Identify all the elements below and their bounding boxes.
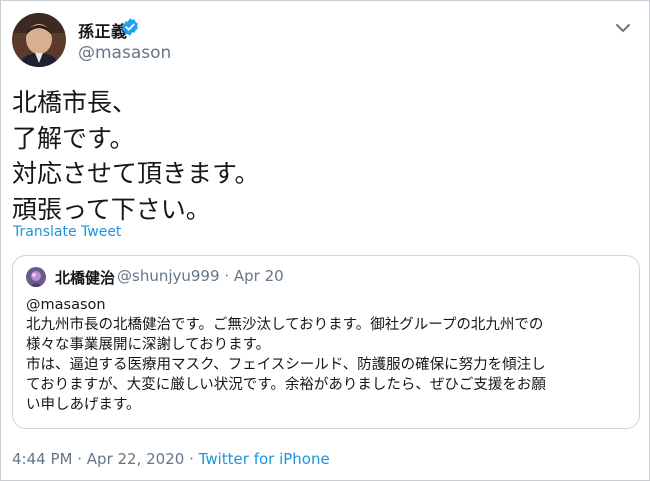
quoted-line: 北九州市長の北橋健治です。ご無沙汰しております。御社グループの北九州での: [26, 317, 544, 333]
tweet-source-link[interactable]: Twitter for iPhone: [199, 450, 330, 468]
tweet-header: 孫正義 @masason: [12, 13, 640, 73]
tweet-text: 北橋市長、 了解です。 対応させて頂きます。 頑張って下さい。: [12, 85, 632, 227]
author-avatar[interactable]: [12, 13, 66, 67]
tweet-line: 了解です。: [12, 123, 135, 153]
tweet-footer: 4:44 PM · Apr 22, 2020 · Twitter for iPh…: [12, 450, 330, 468]
quoted-line: @masason: [26, 297, 106, 313]
chevron-down-icon[interactable]: [614, 19, 632, 33]
tweet-date[interactable]: Apr 22, 2020: [87, 450, 185, 468]
footer-separator: ·: [189, 450, 194, 468]
footer-separator: ·: [77, 450, 83, 468]
quoted-meta: @shunjyu999 · Apr 20: [117, 267, 284, 285]
quoted-line: ておりますが、大変に厳しい状況です。余裕がありましたら、ぜひご支援をお願: [26, 377, 546, 393]
quoted-author-name[interactable]: 北橋健治: [55, 267, 115, 288]
quoted-line: 様々な事業展開に深謝しております。: [26, 337, 271, 353]
tweet-line: 頑張って下さい。: [12, 194, 211, 224]
tweet-line: 対応させて頂きます。: [12, 159, 260, 188]
quoted-line: 市は、逼迫する医療用マスク、フェイスシールド、防護服の確保に努力を傾注し: [26, 357, 546, 373]
quoted-separator: ·: [224, 267, 230, 285]
quoted-text: @masason 北九州市長の北橋健治です。ご無沙汰しております。御社グループの…: [26, 295, 631, 415]
quoted-date[interactable]: Apr 20: [234, 267, 284, 285]
tweet-line: 北橋市長、: [12, 88, 138, 117]
translate-tweet-link[interactable]: Translate Tweet: [13, 224, 121, 240]
quoted-author-handle[interactable]: @shunjyu999: [117, 267, 220, 285]
verified-badge-icon: [120, 17, 140, 37]
quoted-author-avatar[interactable]: [26, 267, 46, 287]
tweet-card: 孫正義 @masason 北橋市長、 了解です。 対応させて頂きます。 頑張って…: [0, 0, 650, 481]
quoted-line: い申しあげます。: [26, 397, 141, 413]
author-handle[interactable]: @masason: [78, 43, 171, 63]
tweet-time[interactable]: 4:44 PM: [12, 450, 72, 468]
quoted-tweet[interactable]: 北橋健治 @shunjyu999 · Apr 20 @masason 北九州市長…: [12, 255, 640, 429]
